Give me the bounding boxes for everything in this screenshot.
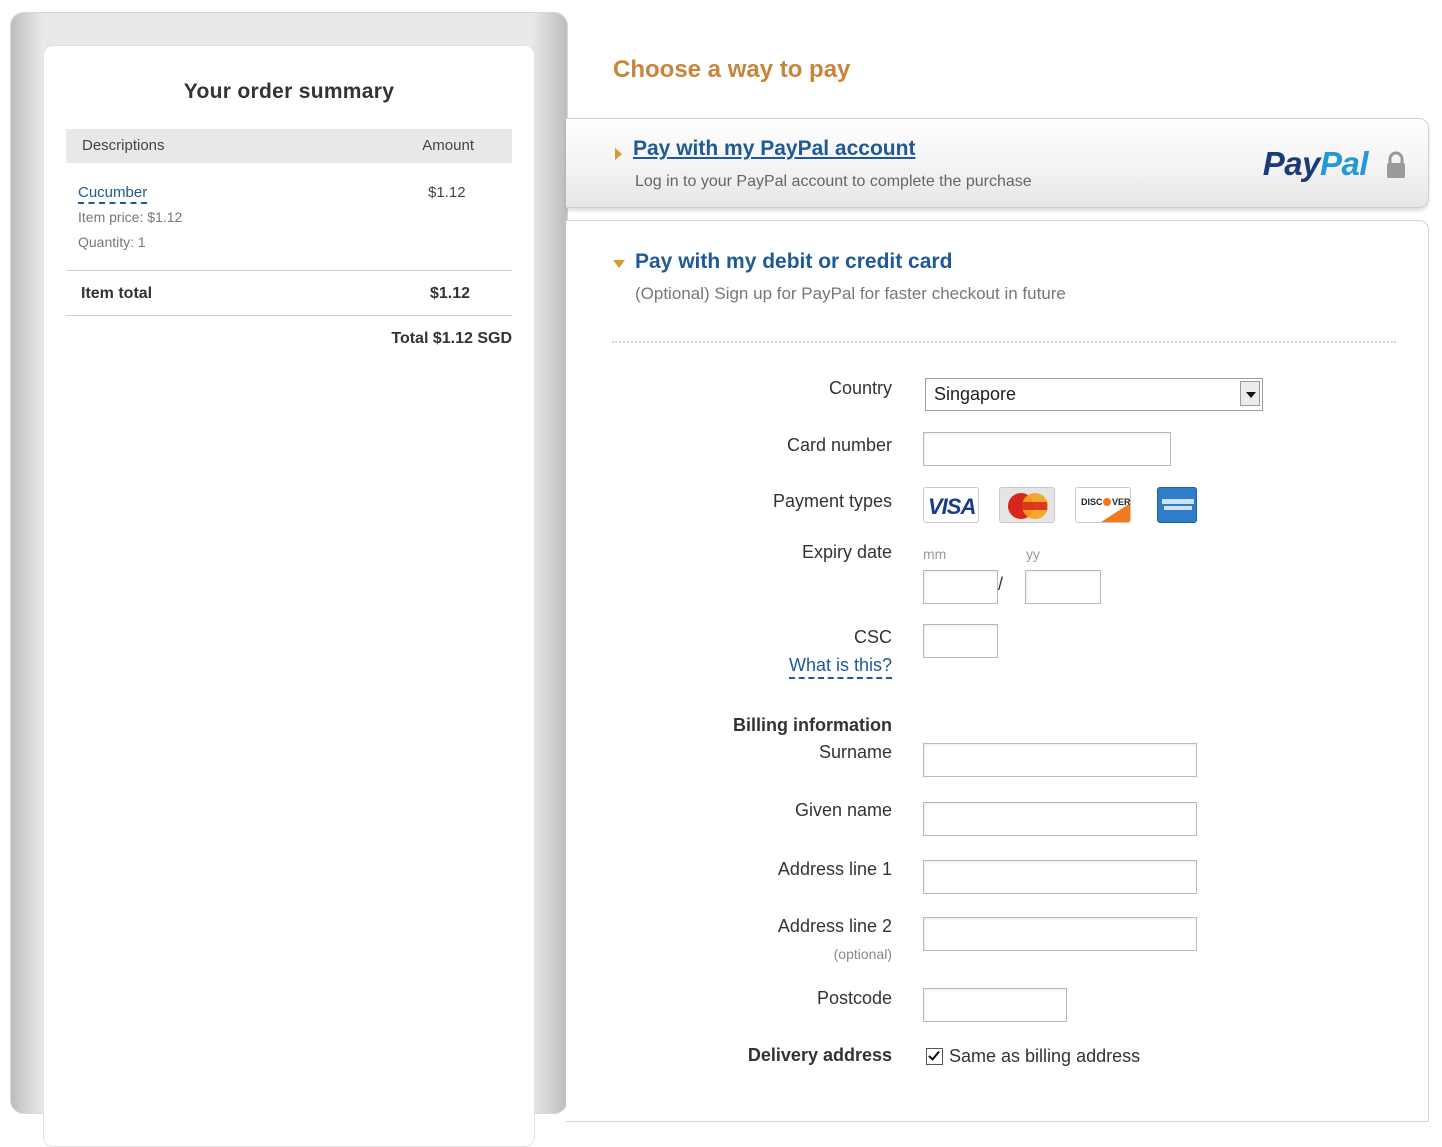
card-payment-title[interactable]: Pay with my debit or credit card xyxy=(635,250,952,274)
paypal-logo: PayPal xyxy=(1262,145,1369,182)
address-line-1-input[interactable] xyxy=(923,860,1197,894)
given-name-input[interactable] xyxy=(923,802,1197,836)
svg-text:DISC: DISC xyxy=(1081,497,1103,507)
csc-input[interactable] xyxy=(923,624,998,658)
expiry-separator: / xyxy=(998,574,1004,594)
card-payment-option: Pay with my debit or credit card (Option… xyxy=(566,220,1429,1122)
address-line-2-optional-hint: (optional) xyxy=(833,946,892,962)
expiry-date-label: Expiry date xyxy=(801,542,892,562)
postcode-label: Postcode xyxy=(816,988,892,1008)
address-line-2-label: Address line 2 xyxy=(777,916,892,936)
csc-help-link[interactable]: What is this? xyxy=(788,655,892,679)
card-number-label: Card number xyxy=(786,435,892,455)
payment-types-label: Payment types xyxy=(772,491,892,511)
item-total-label: Item total xyxy=(81,285,153,302)
divider xyxy=(66,315,512,316)
expiry-month-hint: mm xyxy=(923,546,947,562)
expanded-arrow-icon xyxy=(613,260,625,268)
summary-table-header: Descriptions Amount xyxy=(66,129,512,163)
amex-card-icon xyxy=(1157,487,1197,523)
paypal-account-option[interactable]: Pay with my PayPal account Log in to you… xyxy=(566,118,1429,208)
same-as-billing-label[interactable]: Same as billing address xyxy=(949,1046,1140,1067)
visa-card-icon: VISA xyxy=(923,487,979,523)
lock-icon xyxy=(1387,151,1405,178)
chevron-down-icon[interactable] xyxy=(1240,381,1260,406)
country-selected-value: Singapore xyxy=(934,384,1017,404)
surname-input[interactable] xyxy=(923,743,1197,777)
address-line-2-input[interactable] xyxy=(923,917,1197,951)
grand-total-amount: $1.12 SGD xyxy=(432,330,512,347)
item-price: Item price: $1.12 xyxy=(78,209,183,225)
country-select[interactable]: Singapore xyxy=(925,378,1263,411)
mastercard-icon xyxy=(999,487,1055,523)
descriptions-column-header: Descriptions xyxy=(82,137,165,154)
expiry-year-input[interactable] xyxy=(1025,570,1101,604)
collapsed-arrow-icon xyxy=(615,148,622,160)
grand-total: Total $1.12 SGD xyxy=(391,330,512,348)
country-label: Country xyxy=(828,378,892,398)
item-quantity: Quantity: 1 xyxy=(78,234,146,250)
order-summary-title: Your order summary xyxy=(183,80,395,103)
order-summary-panel: Your order summary Descriptions Amount C… xyxy=(43,45,535,1147)
billing-information-heading: Billing information xyxy=(733,715,892,735)
paypal-account-link[interactable]: Pay with my PayPal account xyxy=(633,137,915,161)
svg-text:VER: VER xyxy=(1112,497,1131,507)
paypal-account-subtitle: Log in to your PayPal account to complet… xyxy=(635,173,1032,190)
choose-payment-title: Choose a way to pay xyxy=(613,56,851,83)
csc-label: CSC xyxy=(853,627,892,647)
surname-label: Surname xyxy=(818,742,892,762)
item-amount: $1.12 xyxy=(428,184,466,201)
grand-total-label: Total xyxy=(391,330,429,347)
given-name-label: Given name xyxy=(794,800,892,820)
expiry-month-input[interactable] xyxy=(923,570,998,604)
divider xyxy=(66,270,512,271)
postcode-input[interactable] xyxy=(923,988,1067,1022)
same-as-billing-checkbox[interactable] xyxy=(926,1048,943,1065)
card-payment-subtitle: (Optional) Sign up for PayPal for faster… xyxy=(635,284,1066,303)
delivery-address-label: Delivery address xyxy=(747,1045,892,1065)
address-line-1-label: Address line 1 xyxy=(777,859,892,879)
item-total-value: $1.12 xyxy=(430,285,471,302)
card-number-input[interactable] xyxy=(923,432,1171,466)
discover-card-icon: DISC VER xyxy=(1075,487,1131,523)
amount-column-header: Amount xyxy=(422,137,474,154)
dotted-divider xyxy=(612,341,1396,343)
item-name-link[interactable]: Cucumber xyxy=(78,184,148,204)
expiry-year-hint: yy xyxy=(1026,546,1040,562)
